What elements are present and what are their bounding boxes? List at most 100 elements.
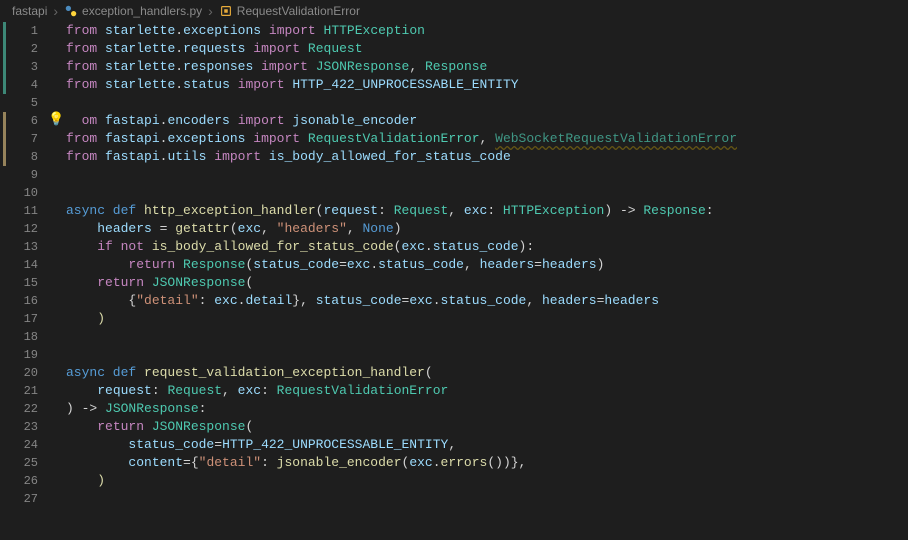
token-param: exc xyxy=(464,203,487,218)
code-line[interactable]: from starlette.status import HTTP_422_UN… xyxy=(66,76,908,94)
code-line[interactable]: async def http_exception_handler(request… xyxy=(66,202,908,220)
token-punct: , xyxy=(480,131,496,146)
token-kw-import: from xyxy=(66,77,97,92)
token-func: ) xyxy=(97,311,105,326)
token-punct: ( xyxy=(245,275,253,290)
token-str: "headers" xyxy=(277,221,347,236)
token-type: Request xyxy=(308,41,363,56)
breadcrumb-item-file[interactable]: exception_handlers.py xyxy=(64,4,202,18)
token-type: Request xyxy=(167,383,222,398)
code-line[interactable] xyxy=(66,490,908,508)
token-var: exc xyxy=(401,239,424,254)
lightbulb-icon[interactable]: 💡 xyxy=(48,112,64,127)
token-kw-import: import xyxy=(238,77,285,92)
token-punct: . xyxy=(433,293,441,308)
token-punct: . xyxy=(425,239,433,254)
token-type: HTTPException xyxy=(324,23,425,38)
token-punct: ): xyxy=(519,239,535,254)
token-punct: ={ xyxy=(183,455,199,470)
chevron-right-icon: › xyxy=(208,3,213,19)
line-number: 27 xyxy=(6,490,38,508)
line-number: 8 xyxy=(6,148,38,166)
token-str: "detail" xyxy=(199,455,261,470)
token-kw-import: import xyxy=(253,131,300,146)
code-line[interactable]: ) xyxy=(66,310,908,328)
code-line[interactable] xyxy=(66,94,908,112)
code-line[interactable] xyxy=(66,184,908,202)
code-line[interactable]: from starlette.responses import JSONResp… xyxy=(66,58,908,76)
token-punct: , xyxy=(448,203,464,218)
chevron-right-icon: › xyxy=(53,3,58,19)
token-attr: status_code xyxy=(441,293,527,308)
code-line[interactable]: {"detail": exc.detail}, status_code=exc.… xyxy=(66,292,908,310)
breadcrumb-item-symbol[interactable]: RequestValidationError xyxy=(219,4,360,18)
token-kw-control: return xyxy=(97,419,152,434)
token-punct: ( xyxy=(245,419,253,434)
line-number: 12 xyxy=(6,220,38,238)
token-kw-const: None xyxy=(363,221,394,236)
code-line[interactable]: from fastapi.exceptions import RequestVa… xyxy=(66,130,908,148)
code-line[interactable]: return JSONResponse( xyxy=(66,274,908,292)
editor[interactable]: 1234567891011121314151617181920212223242… xyxy=(0,22,908,540)
token-kw-import: from xyxy=(66,41,97,56)
token-kw-control: return xyxy=(97,275,152,290)
folding-gutter xyxy=(0,22,6,540)
token-punct: . xyxy=(175,59,183,74)
code-line[interactable]: from starlette.exceptions import HTTPExc… xyxy=(66,22,908,40)
code-line[interactable]: if not is_body_allowed_for_status_code(e… xyxy=(66,238,908,256)
token-var: status xyxy=(183,77,230,92)
token-kw-import: from xyxy=(66,149,97,164)
token-var: starlette xyxy=(105,23,175,38)
token-var: exc xyxy=(347,257,370,272)
code-line[interactable]: request: Request, exc: RequestValidation… xyxy=(66,382,908,400)
token-var: headers xyxy=(604,293,659,308)
code-line[interactable]: ) -> JSONResponse: xyxy=(66,400,908,418)
token-punct: , xyxy=(464,257,480,272)
token-var: jsonable_encoder xyxy=(292,113,417,128)
token-param: exc xyxy=(238,383,261,398)
code-line[interactable]: status_code=HTTP_422_UNPROCESSABLE_ENTIT… xyxy=(66,436,908,454)
python-file-icon xyxy=(64,4,78,18)
token-func: jsonable_encoder xyxy=(277,455,402,470)
line-number: 14 xyxy=(6,256,38,274)
token-punct: . xyxy=(175,23,183,38)
token-punct: : xyxy=(152,383,168,398)
token-type: Response xyxy=(183,257,245,272)
code-line[interactable] xyxy=(66,328,908,346)
token-var: utils xyxy=(167,149,206,164)
token-var: starlette xyxy=(105,59,175,74)
line-number: 17 xyxy=(6,310,38,328)
code-line[interactable]: from starlette.requests import Request xyxy=(66,40,908,58)
code-line[interactable]: om fastapi.encoders import jsonable_enco… xyxy=(66,112,908,130)
code-line[interactable]: async def request_validation_exception_h… xyxy=(66,364,908,382)
token-var: headers xyxy=(97,221,152,236)
glyph-margin: 💡 xyxy=(50,22,64,540)
token-var: starlette xyxy=(105,41,175,56)
token-punct: ())}, xyxy=(487,455,526,470)
line-number: 9 xyxy=(6,166,38,184)
token-func: http_exception_handler xyxy=(144,203,316,218)
token-punct xyxy=(66,275,97,290)
code-line[interactable]: from fastapi.utils import is_body_allowe… xyxy=(66,148,908,166)
git-change-indicator xyxy=(3,112,6,166)
code-line[interactable]: return Response(status_code=exc.status_c… xyxy=(66,256,908,274)
code-area[interactable]: from starlette.exceptions import HTTPExc… xyxy=(64,22,908,540)
code-line[interactable]: return JSONResponse( xyxy=(66,418,908,436)
token-var: exc xyxy=(214,293,237,308)
breadcrumb-item-folder[interactable]: fastapi xyxy=(12,4,47,18)
symbol-class-icon xyxy=(219,4,233,18)
code-line[interactable] xyxy=(66,346,908,364)
token-punct: : xyxy=(378,203,394,218)
token-punct xyxy=(66,311,97,326)
code-line[interactable]: ) xyxy=(66,472,908,490)
code-line[interactable] xyxy=(66,166,908,184)
line-number: 13 xyxy=(6,238,38,256)
line-number: 15 xyxy=(6,274,38,292)
token-type: JSONResponse xyxy=(152,419,246,434)
code-line[interactable]: headers = getattr(exc, "headers", None) xyxy=(66,220,908,238)
token-var: starlette xyxy=(105,77,175,92)
token-punct: . xyxy=(175,41,183,56)
code-line[interactable]: content={"detail": jsonable_encoder(exc.… xyxy=(66,454,908,472)
token-punct: : xyxy=(487,203,503,218)
line-number: 5 xyxy=(6,94,38,112)
